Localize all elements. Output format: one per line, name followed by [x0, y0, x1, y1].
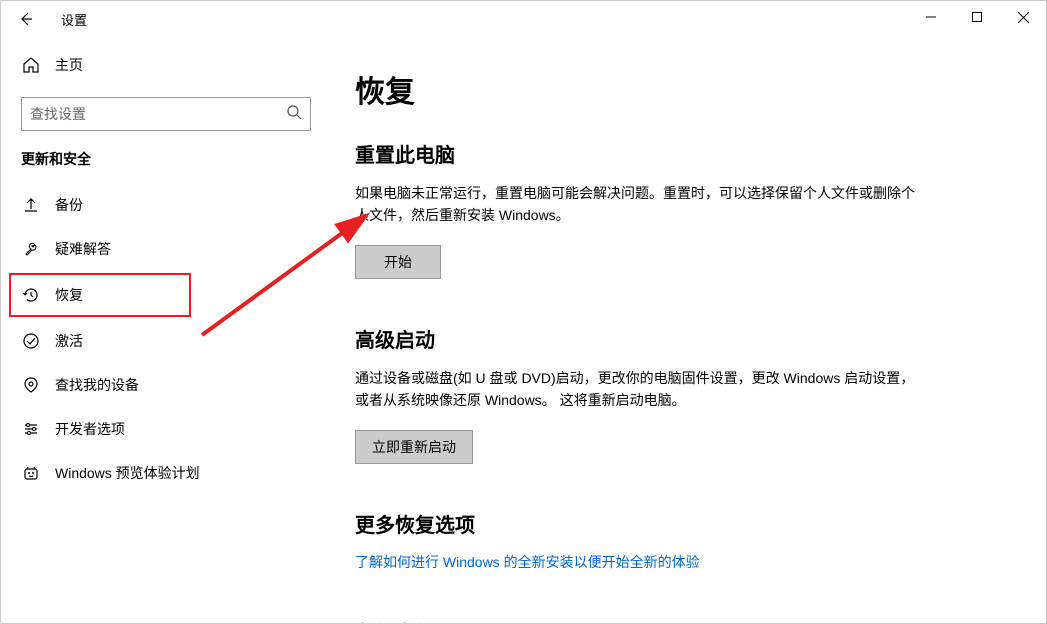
maximize-icon: [972, 12, 982, 22]
arrow-left-icon: [18, 11, 34, 27]
search-box[interactable]: [21, 97, 311, 131]
more-heading: 更多恢复选项: [355, 509, 1006, 538]
insider-icon: [21, 463, 41, 483]
fresh-install-link[interactable]: 了解如何进行 Windows 的全新安装以便开始全新的体验: [355, 552, 700, 572]
sliders-icon: [21, 419, 41, 439]
home-icon: [21, 55, 41, 75]
settings-window: 设置 主页: [0, 0, 1047, 624]
wrench-icon: [21, 239, 41, 259]
sidebar-item-label: 查找我的设备: [55, 375, 139, 395]
body: 主页 更新和安全 备份 疑难解答: [1, 37, 1046, 623]
sidebar-item-troubleshoot[interactable]: 疑难解答: [1, 227, 331, 271]
back-button[interactable]: [9, 2, 43, 36]
window-title: 设置: [61, 10, 87, 29]
sidebar-item-find-device[interactable]: 查找我的设备: [1, 363, 331, 407]
titlebar: 设置: [1, 1, 1046, 37]
reset-start-button[interactable]: 开始: [355, 245, 441, 279]
sidebar-item-label: 恢复: [55, 285, 83, 305]
sidebar-item-backup[interactable]: 备份: [1, 183, 331, 227]
sidebar-item-developer[interactable]: 开发者选项: [1, 407, 331, 451]
advanced-text: 通过设备或磁盘(如 U 盘或 DVD)启动，更改你的电脑固件设置，更改 Wind…: [355, 367, 915, 412]
sidebar-item-activation[interactable]: 激活: [1, 319, 331, 363]
clock-icon: [21, 285, 41, 305]
close-button[interactable]: [1000, 1, 1046, 33]
advanced-heading: 高级启动: [355, 324, 1006, 353]
home-link[interactable]: 主页: [1, 47, 331, 83]
sidebar-item-insider[interactable]: Windows 预览体验计划: [1, 451, 331, 495]
close-icon: [1018, 12, 1029, 23]
backup-heading: 备份文件: [355, 617, 1006, 623]
sidebar-section-title: 更新和安全: [1, 149, 331, 183]
restart-now-button[interactable]: 立即重新启动: [355, 430, 473, 464]
sidebar-item-label: 激活: [55, 331, 83, 351]
sidebar-item-label: 疑难解答: [55, 239, 111, 259]
search-input[interactable]: [30, 106, 286, 122]
content: 恢复 重置此电脑 如果电脑未正常运行，重置电脑可能会解决问题。重置时，可以选择保…: [331, 37, 1046, 623]
reset-heading: 重置此电脑: [355, 139, 1006, 168]
sidebar-item-recovery[interactable]: 恢复: [9, 273, 191, 317]
window-controls: [908, 1, 1046, 33]
home-label: 主页: [55, 55, 83, 75]
minimize-icon: [926, 12, 936, 22]
search-icon: [286, 104, 302, 125]
sidebar-item-label: Windows 预览体验计划: [55, 463, 200, 483]
sidebar: 主页 更新和安全 备份 疑难解答: [1, 37, 331, 623]
sidebar-item-label: 开发者选项: [55, 419, 125, 439]
location-icon: [21, 375, 41, 395]
sidebar-item-label: 备份: [55, 195, 83, 215]
check-circle-icon: [21, 331, 41, 351]
upload-icon: [21, 195, 41, 215]
reset-text: 如果电脑未正常运行，重置电脑可能会解决问题。重置时，可以选择保留个人文件或删除个…: [355, 182, 915, 227]
page-title: 恢复: [355, 67, 1006, 111]
minimize-button[interactable]: [908, 1, 954, 33]
maximize-button[interactable]: [954, 1, 1000, 33]
